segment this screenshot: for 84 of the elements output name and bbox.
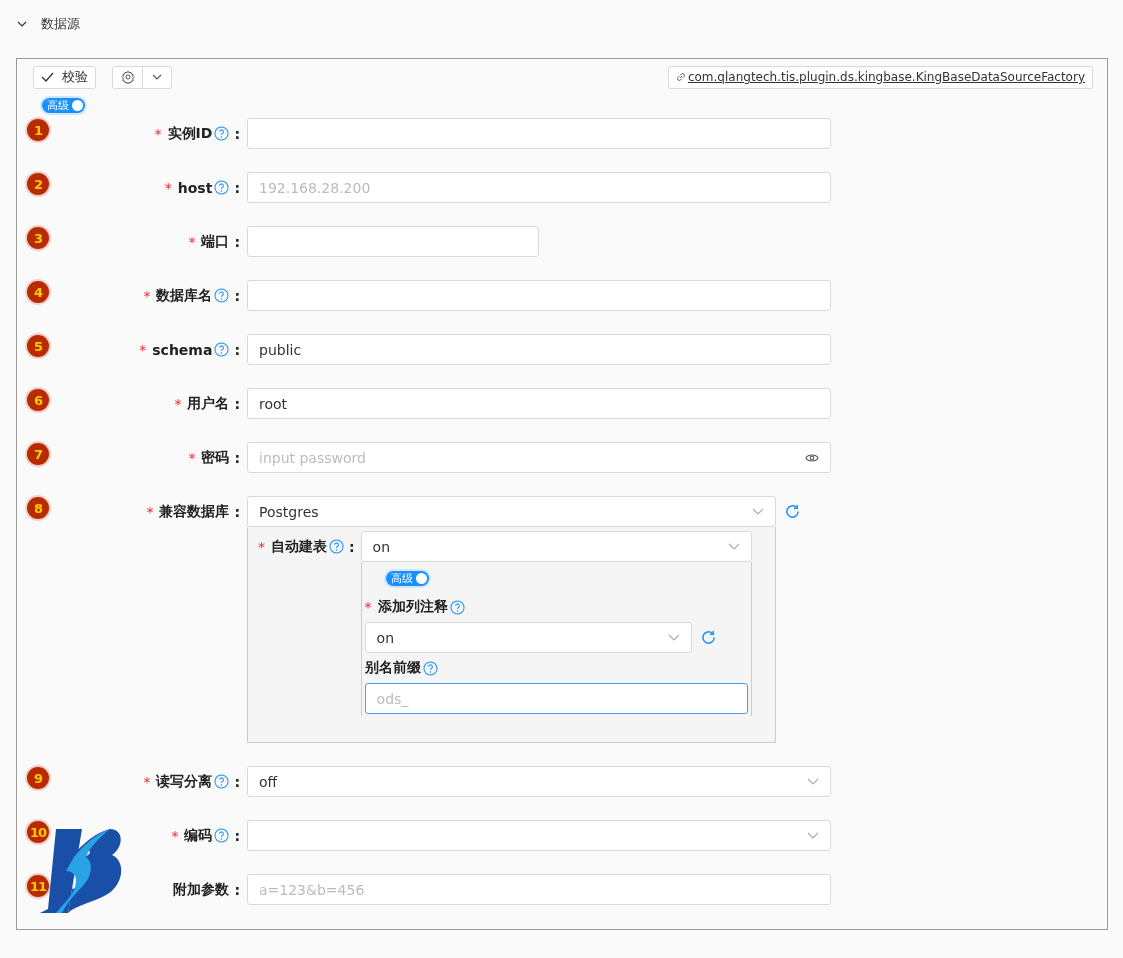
- step-badge: 9: [27, 767, 49, 789]
- required-mark: *: [188, 233, 196, 250]
- caret-icon: [667, 634, 680, 641]
- select-field[interactable]: on: [360, 531, 752, 562]
- link-icon: [675, 72, 686, 82]
- field-label: 添加列注释: [377, 598, 448, 616]
- caret-icon: [807, 778, 819, 785]
- step-badge: 3: [27, 227, 49, 249]
- required-mark: *: [143, 773, 151, 790]
- label-colon: :: [234, 449, 240, 466]
- required-mark: *: [171, 827, 179, 844]
- caret-icon: [152, 74, 162, 80]
- help-icon[interactable]: [214, 126, 230, 141]
- required-mark: *: [164, 179, 172, 196]
- label-colon: :: [234, 287, 240, 304]
- field-label: 附加参数: [173, 880, 230, 899]
- field-label: 自动建表: [271, 537, 327, 556]
- input-field[interactable]: [247, 118, 831, 149]
- field-label: 端口: [201, 232, 230, 251]
- field-label: 别名前缀: [364, 659, 421, 677]
- refresh-icon[interactable]: [699, 629, 717, 646]
- step-badge: 11: [27, 875, 49, 897]
- label-colon: :: [234, 503, 240, 520]
- help-icon[interactable]: [214, 828, 230, 843]
- field-label: 用户名: [187, 394, 230, 413]
- step-badge: 10: [27, 821, 49, 843]
- label-colon: :: [234, 827, 240, 844]
- eye-icon[interactable]: [805, 452, 819, 463]
- required-mark: *: [139, 341, 147, 358]
- help-icon[interactable]: [214, 342, 230, 357]
- field-label: host: [177, 179, 213, 196]
- help-icon[interactable]: [214, 180, 230, 195]
- required-mark: *: [146, 503, 154, 520]
- select-field[interactable]: Postgres: [247, 496, 776, 527]
- help-icon[interactable]: [214, 288, 230, 303]
- label-colon: :: [349, 538, 355, 555]
- caret-icon: [807, 832, 819, 839]
- help-icon[interactable]: [422, 660, 438, 676]
- select-field[interactable]: on: [364, 622, 692, 653]
- chevron-icon[interactable]: [17, 21, 27, 27]
- required-mark: *: [174, 395, 182, 412]
- label-colon: :: [234, 773, 240, 790]
- step-badge: 7: [27, 443, 49, 465]
- step-badge: 8: [27, 497, 49, 519]
- help-icon[interactable]: [329, 539, 344, 554]
- label-colon: :: [234, 881, 240, 898]
- help-icon[interactable]: [449, 599, 465, 615]
- field-label: 编码: [184, 826, 213, 845]
- step-badge: 5: [27, 335, 49, 357]
- label-colon: :: [234, 395, 240, 412]
- step-badge: 1: [27, 119, 49, 141]
- validate-button[interactable]: 校验: [33, 65, 96, 89]
- caret-icon: [752, 508, 764, 515]
- field-label: 数据库名: [156, 286, 213, 305]
- select-field[interactable]: [247, 820, 831, 851]
- field-label: 兼容数据库: [159, 502, 230, 521]
- field-label: 读写分离: [156, 772, 213, 791]
- label-colon: :: [234, 341, 240, 358]
- select-field[interactable]: off: [247, 766, 831, 797]
- settings-icon: [120, 70, 135, 84]
- field-label: schema: [152, 341, 213, 358]
- input-field[interactable]: public: [247, 334, 831, 365]
- check-icon: [41, 72, 54, 82]
- required-mark: *: [364, 599, 372, 615]
- section-title: 数据源: [41, 15, 80, 33]
- required-mark: *: [258, 538, 265, 555]
- help-icon[interactable]: [214, 774, 230, 789]
- required-mark: *: [188, 449, 196, 466]
- plugin-link[interactable]: com.qlangtech.tis.plugin.ds.kingbase.KingBaseDataSourceFactory: [667, 65, 1093, 89]
- label-colon: :: [234, 125, 240, 142]
- input-field[interactable]: [247, 226, 539, 257]
- label-colon: :: [234, 233, 240, 250]
- input-field[interactable]: [247, 280, 831, 311]
- input-field[interactable]: root: [247, 388, 831, 419]
- label-colon: :: [234, 179, 240, 196]
- step-badge: 4: [27, 281, 49, 303]
- field-label: 密码: [201, 448, 230, 467]
- caret-icon: [727, 543, 740, 550]
- step-badge: 6: [27, 389, 49, 411]
- step-badge: 2: [27, 173, 49, 195]
- required-mark: *: [154, 125, 162, 142]
- refresh-icon[interactable]: [784, 503, 801, 520]
- field-label: 实例ID: [167, 124, 213, 143]
- required-mark: *: [143, 287, 151, 304]
